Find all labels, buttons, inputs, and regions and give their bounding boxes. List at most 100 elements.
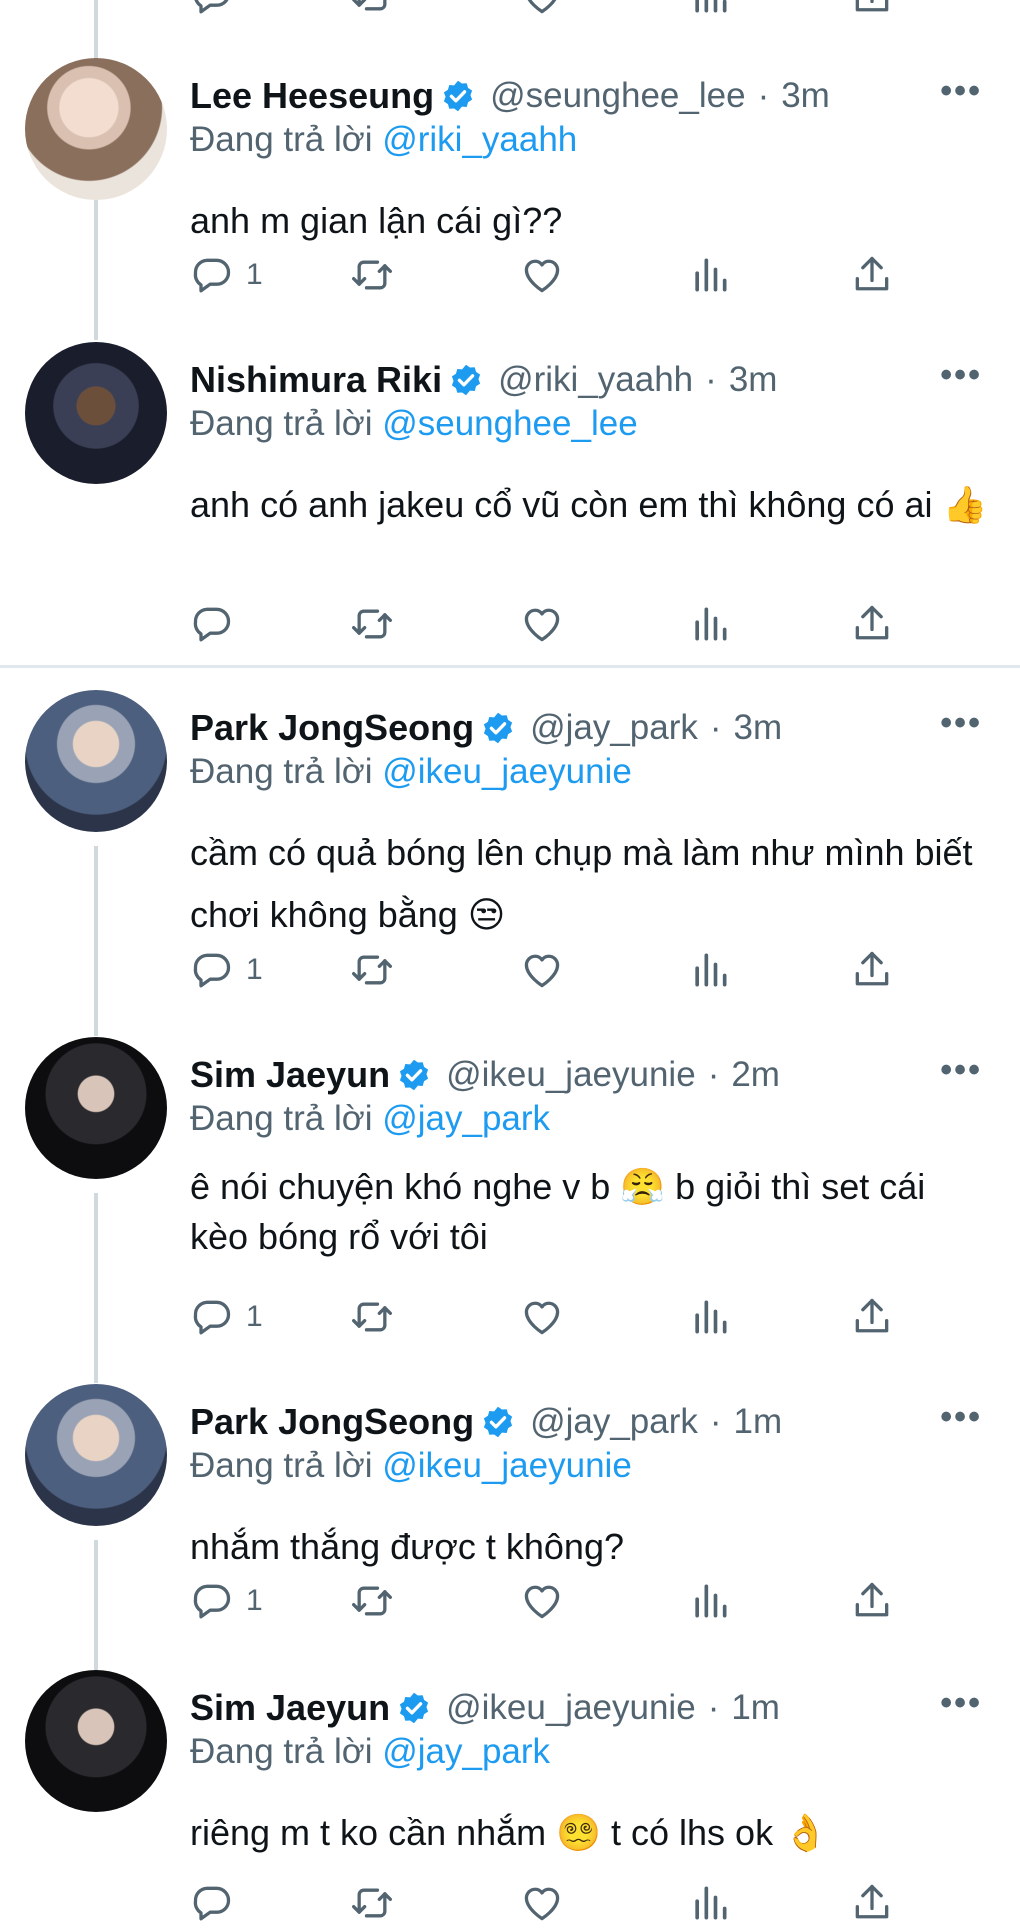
share-button[interactable] <box>850 250 894 300</box>
more-icon[interactable]: ••• <box>940 704 982 743</box>
like-button[interactable] <box>520 945 564 995</box>
timestamp[interactable]: 3m <box>781 76 830 116</box>
like-button[interactable] <box>520 599 564 649</box>
retweet-icon <box>350 948 394 992</box>
display-name[interactable]: Park JongSeong <box>190 1401 474 1443</box>
verified-badge-icon <box>448 362 484 398</box>
action-bar: 1 <box>190 1292 950 1342</box>
avatar[interactable] <box>25 1037 167 1179</box>
timestamp[interactable]: 3m <box>729 360 778 400</box>
avatar[interactable] <box>25 58 167 200</box>
like-button[interactable] <box>520 250 564 300</box>
share-button[interactable] <box>850 945 894 995</box>
reply-button[interactable] <box>190 599 246 649</box>
handle[interactable]: @jay_park <box>530 708 698 748</box>
separator-dot: · <box>705 360 717 399</box>
display-name[interactable]: Nishimura Riki <box>190 359 442 401</box>
thread-line <box>94 846 98 1036</box>
heart-icon <box>520 253 564 297</box>
like-button[interactable] <box>520 1576 564 1626</box>
mention-link[interactable]: @riki_yaahh <box>382 120 577 159</box>
retweet-button[interactable] <box>350 945 394 995</box>
more-icon[interactable]: ••• <box>940 1398 982 1437</box>
reply-button[interactable]: 1 <box>190 250 263 300</box>
tweet-text: nhắm thắng được t không? <box>190 1526 624 1567</box>
views-button[interactable] <box>688 945 732 995</box>
timestamp[interactable]: 2m <box>731 1055 780 1095</box>
retweet-button[interactable] <box>350 250 394 300</box>
replying-to: Đang trả lời @seunghee_lee <box>190 404 638 444</box>
replying-label: Đang trả lời <box>190 1099 373 1138</box>
thread-line <box>94 1540 98 1670</box>
display-name[interactable]: Sim Jaeyun <box>190 1054 390 1096</box>
more-icon[interactable]: ••• <box>940 356 982 395</box>
share-button[interactable] <box>850 1576 894 1626</box>
views-button[interactable] <box>688 250 732 300</box>
handle[interactable]: @riki_yaahh <box>498 360 693 400</box>
share-icon <box>850 1881 894 1925</box>
share-icon <box>850 1295 894 1339</box>
more-icon[interactable]: ••• <box>940 1051 982 1090</box>
like-button[interactable] <box>520 1878 564 1928</box>
display-name[interactable]: Sim Jaeyun <box>190 1687 390 1729</box>
bar-chart-icon <box>688 253 732 297</box>
bar-chart-icon <box>688 1579 732 1623</box>
mention-link[interactable]: @ikeu_jaeyunie <box>382 1446 632 1485</box>
mention-link[interactable]: @jay_park <box>382 1732 550 1771</box>
handle[interactable]: @jay_park <box>530 1402 698 1442</box>
views-button[interactable] <box>688 1878 732 1928</box>
bar-chart-icon <box>688 948 732 992</box>
reply-button[interactable]: 1 <box>190 1576 263 1626</box>
timestamp[interactable]: 1m <box>731 1688 780 1728</box>
replying-label: Đang trả lời <box>190 752 373 791</box>
tweet-header: Park JongSeong @jay_park · 1m <box>190 1398 782 1446</box>
avatar[interactable] <box>25 342 167 484</box>
tweet-text: anh m gian lận cái gì?? <box>190 200 563 241</box>
share-icon <box>850 1579 894 1623</box>
separator-dot: · <box>709 708 722 747</box>
verified-badge-icon <box>396 1690 432 1726</box>
separator-dot: · <box>707 1055 720 1094</box>
tweet-text: anh có anh jakeu cổ vũ còn em thì không … <box>190 484 988 525</box>
like-button[interactable] <box>520 1292 564 1342</box>
retweet-button[interactable] <box>350 599 394 649</box>
reply-count: 1 <box>246 258 263 291</box>
tweet-header: Nishimura Riki @riki_yaahh · 3m <box>190 356 777 404</box>
share-button[interactable] <box>850 599 894 649</box>
mention-link[interactable]: @jay_park <box>382 1099 550 1138</box>
handle[interactable]: @seunghee_lee <box>490 76 745 116</box>
share-button[interactable] <box>850 1878 894 1928</box>
heart-icon <box>520 1881 564 1925</box>
timestamp[interactable]: 3m <box>734 708 783 748</box>
display-name[interactable]: Park JongSeong <box>190 707 474 749</box>
tweet-text: ê nói chuyện khó nghe v b 😤 b giỏi thì s… <box>190 1166 926 1257</box>
views-button[interactable] <box>688 1292 732 1342</box>
retweet-button[interactable] <box>350 1576 394 1626</box>
reply-icon <box>190 1881 234 1925</box>
mention-link[interactable]: @ikeu_jaeyunie <box>382 752 632 791</box>
heart-icon <box>520 1295 564 1339</box>
views-button[interactable] <box>688 599 732 649</box>
share-button[interactable] <box>850 1292 894 1342</box>
reply-button[interactable]: 1 <box>190 945 263 995</box>
views-button[interactable] <box>688 1576 732 1626</box>
timestamp[interactable]: 1m <box>734 1402 783 1442</box>
tweet-text: riêng m t ko cần nhắm 😵‍💫 t có lhs ok 👌 <box>190 1812 828 1853</box>
more-icon[interactable]: ••• <box>940 72 982 111</box>
replying-to: Đang trả lời @ikeu_jaeyunie <box>190 1446 632 1486</box>
reply-button[interactable] <box>190 1878 246 1928</box>
avatar[interactable] <box>25 1384 167 1526</box>
display-name[interactable]: Lee Heeseung <box>190 75 434 117</box>
reply-icon <box>190 948 234 992</box>
handle[interactable]: @ikeu_jaeyunie <box>446 1055 696 1095</box>
avatar[interactable] <box>25 690 167 832</box>
more-icon[interactable]: ••• <box>940 1684 982 1723</box>
retweet-button[interactable] <box>350 1878 394 1928</box>
reply-button[interactable]: 1 <box>190 1292 263 1342</box>
heart-icon <box>520 948 564 992</box>
handle[interactable]: @ikeu_jaeyunie <box>446 1688 696 1728</box>
retweet-button[interactable] <box>350 1292 394 1342</box>
action-bar <box>190 1878 950 1928</box>
mention-link[interactable]: @seunghee_lee <box>382 404 637 443</box>
avatar[interactable] <box>25 1670 167 1812</box>
